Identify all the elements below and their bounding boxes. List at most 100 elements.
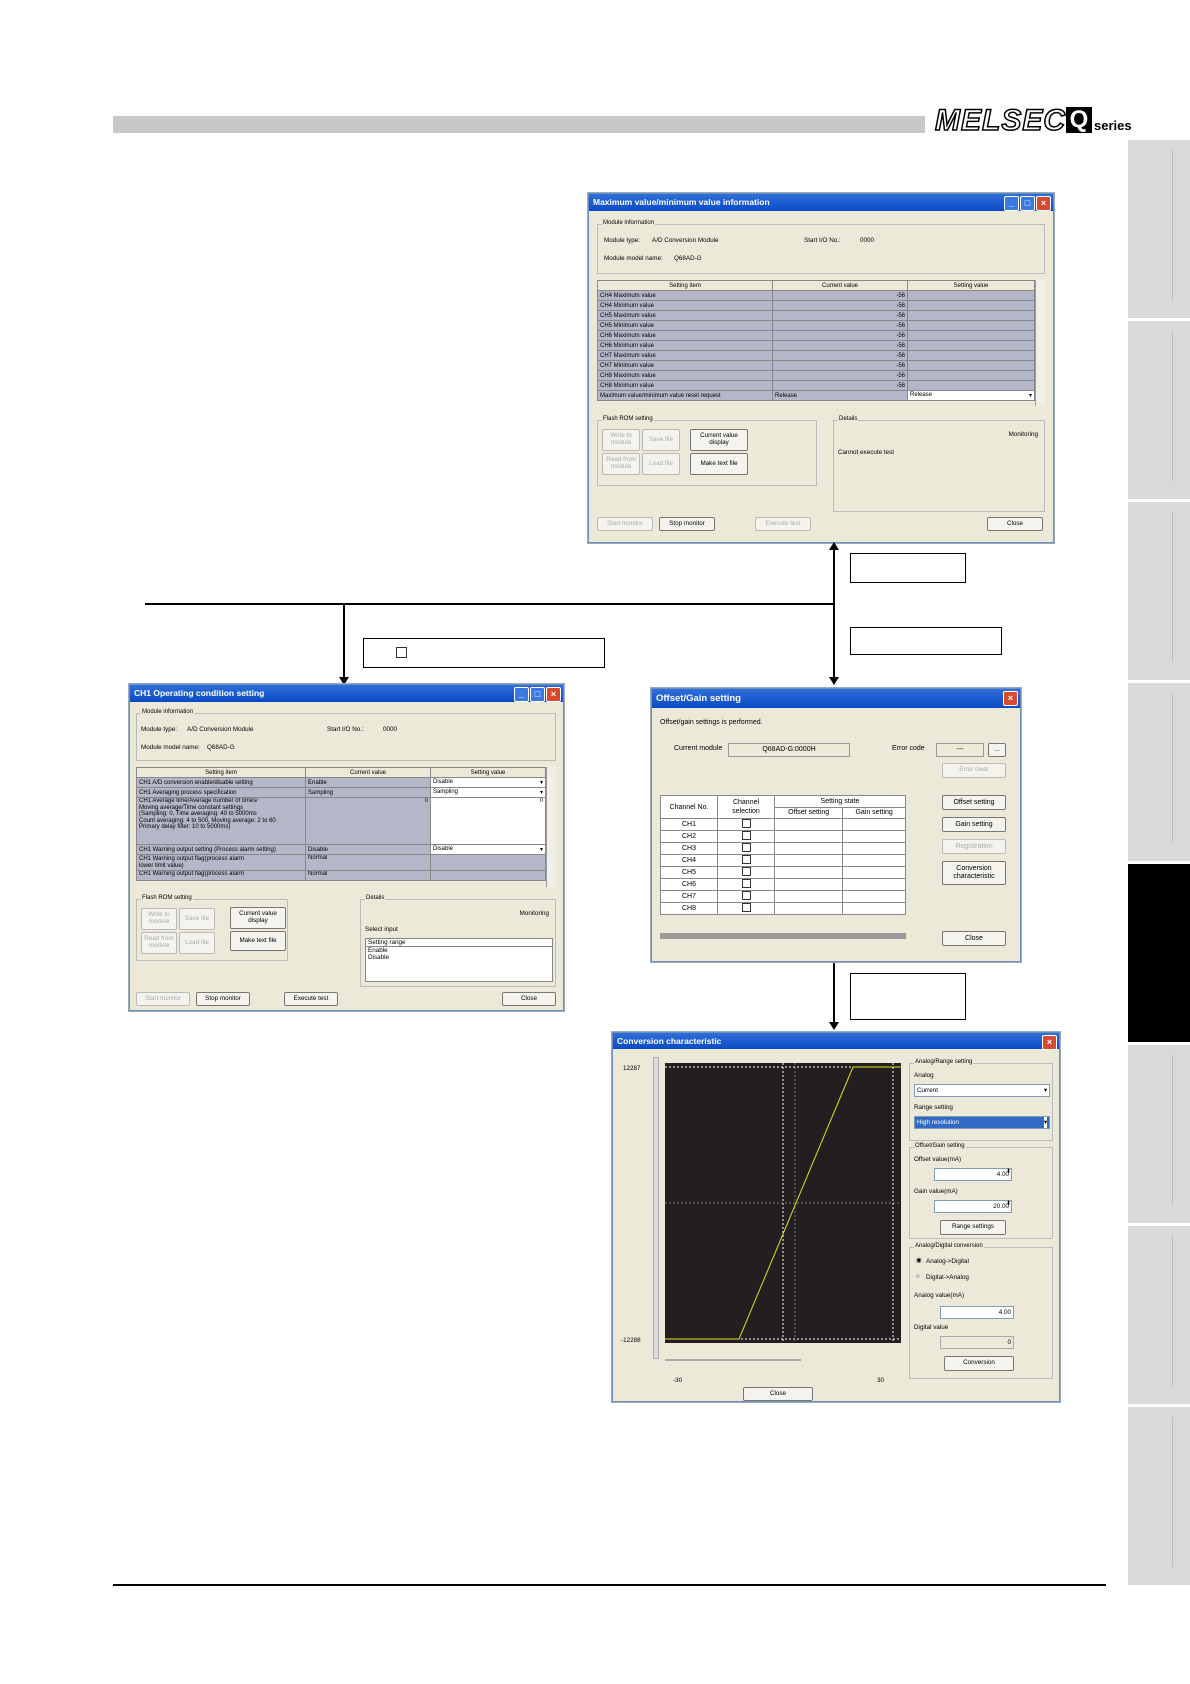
conversion-button[interactable]: Conversion: [944, 1356, 1014, 1371]
start-monitor-button[interactable]: Start monitor: [136, 992, 190, 1006]
list-item[interactable]: Enable: [366, 947, 552, 954]
table-row[interactable]: CH1 Averaging process specification Sampl…: [136, 787, 546, 798]
side-tab-3[interactable]: [1128, 502, 1190, 683]
channel-table-scrollbar[interactable]: [660, 933, 906, 939]
close-button[interactable]: Close: [942, 931, 1006, 946]
channel-row[interactable]: CH7: [660, 890, 906, 903]
table-row[interactable]: CH1 Warning output setting (Process alar…: [136, 844, 546, 855]
make-text-file-button[interactable]: Make text file: [230, 931, 286, 951]
table-row[interactable]: CH1 Average time/Average number of times…: [136, 797, 546, 845]
range-settings-button[interactable]: Range settings: [940, 1220, 1006, 1235]
registration-button[interactable]: Registration: [942, 839, 1006, 854]
load-file-button[interactable]: Load file: [642, 453, 680, 475]
maxmin-scrollbar[interactable]: [1035, 280, 1045, 406]
radio-analog-digital[interactable]: Analog->Digital: [926, 1258, 969, 1265]
table-row[interactable]: CH6 Maximum value -56: [597, 330, 1035, 341]
gain-value-input[interactable]: 20.00: [934, 1200, 1012, 1213]
close-button[interactable]: Close: [743, 1387, 813, 1401]
current-value-display-button[interactable]: Current value display: [230, 907, 286, 929]
error-clear-button[interactable]: Error clear: [942, 763, 1006, 778]
channel-row[interactable]: CH5: [660, 866, 906, 879]
save-file-button[interactable]: Save file: [642, 429, 680, 451]
setting-range-list[interactable]: Setting range Enable Disable: [365, 938, 553, 982]
channel-row[interactable]: CH8: [660, 902, 906, 915]
table-row[interactable]: CH7 Minimum value -56: [597, 360, 1035, 371]
read-from-module-button[interactable]: Read from module: [602, 453, 640, 475]
stop-monitor-button[interactable]: Stop monitor: [659, 517, 715, 531]
radio-digital-analog[interactable]: Digital->Analog: [926, 1274, 969, 1281]
vertical-slider[interactable]: [653, 1057, 659, 1359]
error-detail-button[interactable]: ...: [988, 743, 1006, 757]
analog-select[interactable]: Current ▾: [914, 1084, 1050, 1097]
channel-row[interactable]: CH1: [660, 818, 906, 831]
execute-test-button[interactable]: Execute test: [284, 992, 338, 1006]
table-row[interactable]: CH7 Maximum value -56: [597, 350, 1035, 361]
side-tab-6[interactable]: [1128, 1045, 1190, 1226]
side-tab-2[interactable]: [1128, 321, 1190, 502]
write-to-module-button[interactable]: Write to module: [141, 908, 177, 930]
minimize-icon[interactable]: _: [1004, 196, 1019, 211]
channel-checkbox[interactable]: [741, 891, 751, 900]
channel-checkbox[interactable]: [741, 879, 751, 888]
table-row[interactable]: CH1 Warning output flag(process alarm Nor…: [136, 870, 546, 881]
table-row[interactable]: CH5 Minimum value -56: [597, 320, 1035, 331]
channel-row[interactable]: CH2: [660, 830, 906, 843]
side-tab-4[interactable]: [1128, 683, 1190, 864]
write-to-module-button[interactable]: Write to module: [602, 429, 640, 451]
channel-row[interactable]: CH6: [660, 878, 906, 891]
list-item[interactable]: Disable: [366, 954, 552, 961]
minimize-icon[interactable]: _: [514, 687, 529, 702]
stop-monitor-button[interactable]: Stop monitor: [196, 992, 250, 1006]
gain-setting-button[interactable]: Gain setting: [942, 817, 1006, 832]
table-row[interactable]: CH8 Maximum value -56: [597, 370, 1035, 381]
close-button[interactable]: Close: [502, 992, 556, 1006]
table-row[interactable]: CH1 Warning output flag(process alarm low…: [136, 854, 546, 871]
close-icon[interactable]: ×: [1036, 196, 1051, 211]
spinner-icon[interactable]: ⬍: [1006, 1200, 1011, 1207]
table-row[interactable]: CH4 Maximum value -56: [597, 290, 1035, 301]
table-row[interactable]: CH6 Minimum value -56: [597, 340, 1035, 351]
side-tab-8[interactable]: [1128, 1407, 1190, 1588]
table-row[interactable]: CH8 Minimum value -56: [597, 380, 1035, 391]
ad-conversion-label: Analog/Digital conversion: [914, 1243, 984, 1249]
table-row[interactable]: CH4 Minimum value -56: [597, 300, 1035, 311]
current-value-display-button[interactable]: Current value display: [690, 429, 748, 451]
channel-checkbox[interactable]: [741, 843, 751, 852]
ch1-scrollbar[interactable]: [546, 767, 556, 887]
maximize-icon[interactable]: □: [1020, 196, 1035, 211]
channel-checkbox[interactable]: [741, 819, 751, 828]
horizontal-slider[interactable]: [665, 1359, 801, 1361]
make-text-file-button[interactable]: Make text file: [690, 453, 748, 475]
channel-row[interactable]: CH3: [660, 842, 906, 855]
close-icon[interactable]: ×: [546, 687, 561, 702]
close-icon[interactable]: ×: [1003, 691, 1018, 706]
side-tab-5-active[interactable]: [1128, 864, 1190, 1045]
side-tab-1[interactable]: [1128, 140, 1190, 321]
side-tab-7[interactable]: [1128, 1226, 1190, 1407]
offset-setting-button[interactable]: Offset setting: [942, 795, 1006, 810]
execute-test-button[interactable]: Execute test: [755, 517, 811, 531]
col-gain-setting: Gain setting: [842, 806, 906, 819]
radio-unselected-icon[interactable]: ○: [916, 1273, 920, 1280]
radio-selected-icon[interactable]: ◉: [916, 1257, 922, 1264]
conversion-characteristic-button[interactable]: Conversion characteristic: [942, 861, 1006, 885]
channel-row[interactable]: CH4: [660, 854, 906, 867]
channel-checkbox[interactable]: [741, 831, 751, 840]
table-row[interactable]: CH5 Maximum value -56: [597, 310, 1035, 321]
close-icon[interactable]: ×: [1042, 1035, 1057, 1050]
table-row[interactable]: Maximum value/minimum value reset reques…: [597, 390, 1035, 401]
save-file-button[interactable]: Save file: [179, 908, 215, 930]
load-file-button[interactable]: Load file: [179, 932, 215, 954]
start-monitor-button[interactable]: Start monitor: [597, 517, 653, 531]
offset-value-input[interactable]: 4.00: [934, 1168, 1012, 1181]
close-button[interactable]: Close: [987, 517, 1043, 531]
maximize-icon[interactable]: □: [530, 687, 545, 702]
channel-checkbox[interactable]: [741, 903, 751, 912]
channel-checkbox[interactable]: [741, 855, 751, 864]
analog-value-input[interactable]: 4.00: [940, 1306, 1014, 1319]
read-from-module-button[interactable]: Read from module: [141, 932, 177, 954]
table-row[interactable]: CH1 A/D conversion enable/disable settin…: [136, 777, 546, 788]
range-select[interactable]: High resolution ▾: [914, 1116, 1050, 1129]
channel-checkbox[interactable]: [741, 867, 751, 876]
spinner-icon[interactable]: ⬍: [1006, 1168, 1011, 1175]
